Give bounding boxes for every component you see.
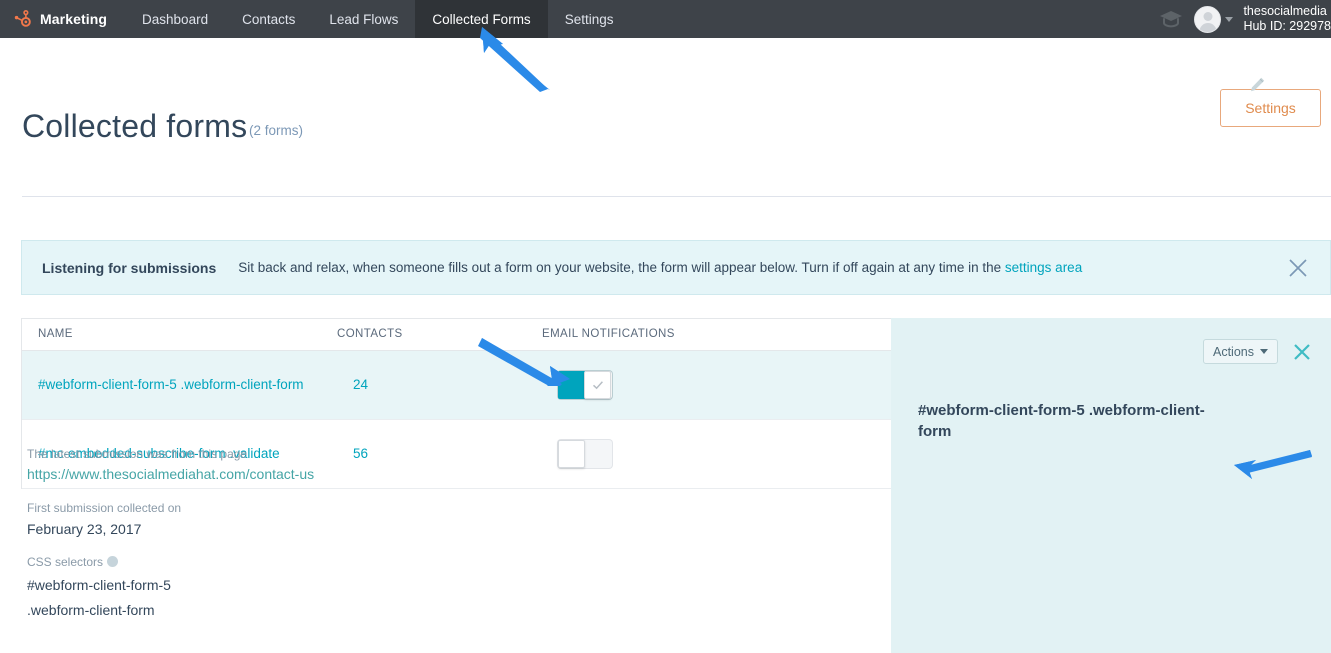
navbar-right-cluster: thesocialmedia Hub ID: 292978 bbox=[1158, 0, 1331, 38]
column-header-name: NAME bbox=[38, 328, 73, 340]
brand-home-link[interactable]: Marketing bbox=[0, 0, 125, 38]
graduation-cap-icon[interactable] bbox=[1158, 8, 1184, 30]
chevron-down-icon bbox=[1260, 349, 1268, 354]
nav-item-label: Settings bbox=[564, 11, 614, 27]
email-notifications-toggle[interactable] bbox=[558, 440, 612, 468]
row-contacts-cell: 24 bbox=[353, 376, 558, 394]
nav-item-settings[interactable]: Settings bbox=[548, 0, 631, 38]
css-selector-value-2: .webform-client-form bbox=[27, 602, 155, 618]
top-navigation-bar: Marketing Dashboard Contacts Lead Flows … bbox=[0, 0, 1331, 38]
latest-submission-group: The latest submission was from this page… bbox=[27, 447, 314, 484]
actions-button-label: Actions bbox=[1213, 344, 1254, 359]
help-info-icon[interactable] bbox=[107, 556, 119, 567]
form-detail-panel: Actions #webform-client-form-5 .webform-… bbox=[891, 318, 1331, 653]
css-selectors-group: CSS selectors #webform-client-form-5 .we… bbox=[27, 555, 171, 618]
panel-title: #webform-client-form-5 .webform-client-f… bbox=[918, 402, 1205, 440]
page-title: Collected forms bbox=[22, 108, 248, 144]
actions-button[interactable]: Actions bbox=[1203, 339, 1278, 364]
listening-banner: Listening for submissions Sit back and r… bbox=[21, 240, 1331, 295]
nav-item-label: Contacts bbox=[242, 11, 296, 27]
chevron-down-icon bbox=[1225, 16, 1234, 22]
latest-submission-url-link[interactable]: https://www.thesocialmediahat.com/contac… bbox=[27, 466, 314, 482]
row-contacts-cell: 56 bbox=[353, 445, 558, 463]
table-row[interactable]: #webform-client-form-5 .webform-client-f… bbox=[22, 351, 891, 420]
forms-count: (2 forms) bbox=[249, 123, 303, 138]
account-menu[interactable] bbox=[1194, 5, 1234, 33]
page-header: Collected forms (2 forms) Settings bbox=[0, 38, 1331, 197]
nav-item-label: Collected Forms bbox=[432, 11, 531, 27]
table-header-row: NAME CONTACTS EMAIL NOTIFICATIONS bbox=[22, 319, 891, 351]
row-notifications-cell bbox=[558, 371, 612, 399]
css-selectors-label-text: CSS selectors bbox=[27, 555, 104, 569]
hub-id: Hub ID: 292978 bbox=[1243, 19, 1331, 33]
close-icon[interactable] bbox=[1287, 257, 1309, 279]
account-name: thesocialmedia bbox=[1243, 4, 1327, 18]
first-submission-group: First submission collected on February 2… bbox=[27, 501, 181, 537]
latest-submission-label: The latest submission was from this page bbox=[27, 447, 248, 461]
hubspot-sprocket-icon bbox=[14, 9, 33, 29]
nav-item-contacts[interactable]: Contacts bbox=[225, 0, 312, 38]
settings-area-link[interactable]: settings area bbox=[1005, 260, 1082, 275]
first-submission-date: February 23, 2017 bbox=[27, 521, 142, 537]
contacts-count-link[interactable]: 56 bbox=[353, 446, 368, 461]
nav-item-lead-flows[interactable]: Lead Flows bbox=[312, 0, 415, 38]
nav-item-collected-forms[interactable]: Collected Forms bbox=[415, 0, 548, 38]
first-submission-label: First submission collected on bbox=[27, 501, 182, 515]
close-icon[interactable] bbox=[1290, 340, 1314, 364]
user-avatar-icon bbox=[1194, 5, 1222, 33]
column-header-contacts: CONTACTS bbox=[337, 328, 403, 340]
account-info: thesocialmedia Hub ID: 292978 bbox=[1243, 4, 1331, 34]
css-selector-value-1: #webform-client-form-5 bbox=[27, 577, 171, 593]
row-name-cell: #webform-client-form-5 .webform-client-f… bbox=[22, 376, 353, 394]
toggle-knob bbox=[584, 371, 611, 399]
banner-title: Listening for submissions bbox=[42, 259, 217, 276]
toggle-knob bbox=[558, 440, 585, 468]
nav-item-label: Lead Flows bbox=[329, 11, 399, 27]
toggle-track bbox=[585, 440, 612, 468]
email-notifications-toggle[interactable] bbox=[558, 371, 612, 399]
nav-item-label: Dashboard bbox=[142, 11, 209, 27]
nav-item-dashboard[interactable]: Dashboard bbox=[125, 0, 225, 38]
brand-label: Marketing bbox=[40, 11, 108, 27]
column-header-email-notifications: EMAIL NOTIFICATIONS bbox=[542, 328, 675, 340]
contacts-count-link[interactable]: 24 bbox=[353, 377, 368, 392]
form-name-link[interactable]: #webform-client-form-5 .webform-client-f… bbox=[38, 376, 304, 393]
panel-toolbar: Actions bbox=[1203, 339, 1331, 364]
toggle-track bbox=[558, 371, 585, 399]
css-selectors-label: CSS selectors bbox=[27, 555, 171, 569]
banner-text-body: Sit back and relax, when someone fills o… bbox=[238, 260, 1005, 275]
header-divider bbox=[22, 196, 1331, 197]
settings-button[interactable]: Settings bbox=[1220, 89, 1321, 127]
pencil-edit-icon[interactable] bbox=[1249, 76, 1266, 93]
row-notifications-cell bbox=[558, 440, 612, 468]
banner-text: Sit back and relax, when someone fills o… bbox=[216, 260, 1082, 275]
